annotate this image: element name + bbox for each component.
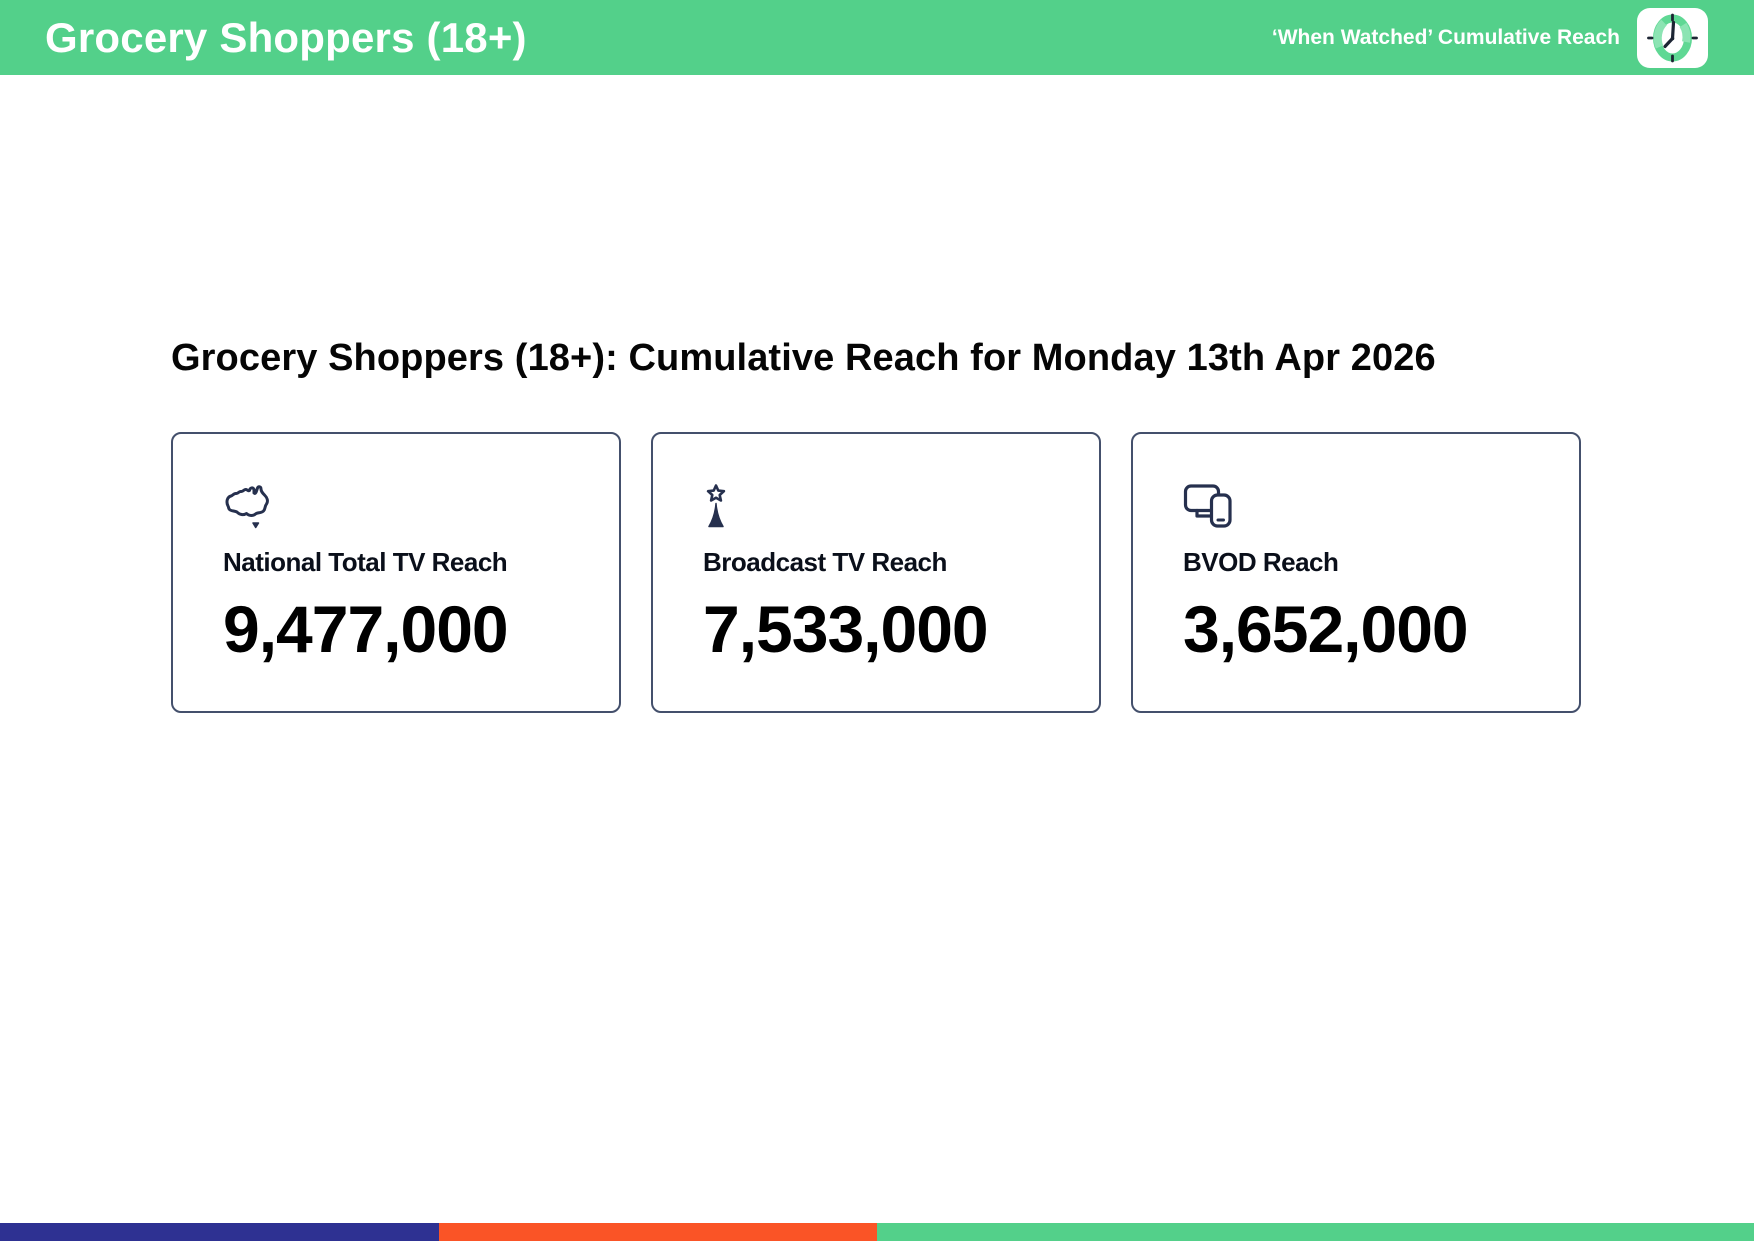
- footer-segment-green: [877, 1223, 1754, 1241]
- kpi-value: 3,652,000: [1183, 591, 1469, 666]
- kpi-card-broadcast-tv: Broadcast TV Reach 7,533,000: [651, 431, 1101, 713]
- report-body: Grocery Shoppers (18+): Cumulative Reach…: [0, 337, 1754, 713]
- australia-map-icon: [223, 483, 589, 531]
- clock-logo-icon: [1637, 7, 1708, 68]
- kpi-value: 9,477,000: [223, 591, 509, 666]
- kpi-card-national-total-tv: National Total TV Reach 9,477,000: [171, 431, 621, 713]
- broadcast-tower-icon: [703, 483, 1069, 531]
- kpi-card-bvod: BVOD Reach 3,652,000: [1131, 431, 1581, 713]
- kpi-label: Broadcast TV Reach: [703, 546, 947, 577]
- app-header: Grocery Shoppers (18+) ‘When Watched’ Cu…: [0, 0, 1754, 75]
- kpi-value: 7,533,000: [703, 591, 989, 666]
- page-title: Grocery Shoppers (18+): Cumulative Reach…: [171, 337, 1436, 379]
- tv-and-mobile-devices-icon: [1183, 483, 1549, 531]
- footer-segment-orange: [438, 1223, 877, 1241]
- kpi-cards-row: National Total TV Reach 9,477,000 Broadc…: [171, 431, 1754, 713]
- kpi-label: National Total TV Reach: [223, 546, 508, 577]
- header-right-cluster: ‘When Watched’ Cumulative Reach: [1271, 7, 1708, 68]
- app-title: Grocery Shoppers (18+): [45, 13, 527, 61]
- app-tagline: ‘When Watched’ Cumulative Reach: [1271, 25, 1620, 49]
- kpi-label: BVOD Reach: [1183, 546, 1339, 577]
- footer-segment-blue: [0, 1223, 439, 1241]
- footer-color-bar: [0, 1223, 1754, 1241]
